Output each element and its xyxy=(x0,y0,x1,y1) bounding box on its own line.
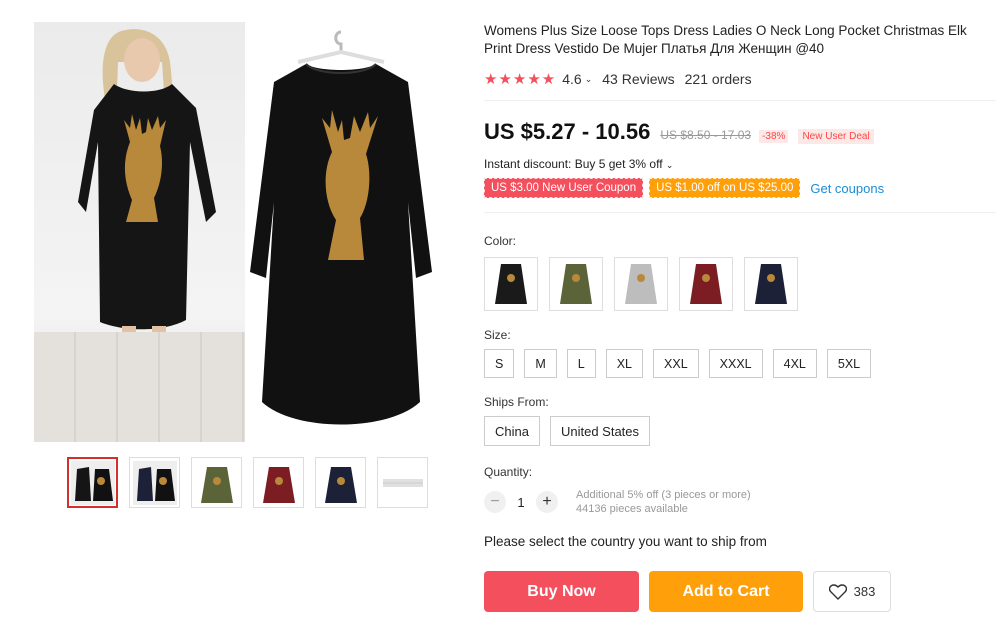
color-swatch-black[interactable] xyxy=(484,257,538,311)
decrement-button[interactable]: − xyxy=(484,491,506,513)
thumbnail-dress-icon xyxy=(324,466,357,503)
ships-from-options: China United States xyxy=(484,416,996,446)
thumbnail-dress-icon xyxy=(70,460,115,505)
star-rating-icon: ★★★★★ xyxy=(484,71,557,88)
ship-option-united-states[interactable]: United States xyxy=(549,416,651,446)
main-product-image[interactable] xyxy=(34,22,434,444)
size-option[interactable]: 5XL xyxy=(826,349,872,378)
thumbnail-strip xyxy=(67,457,428,508)
new-user-deal-badge: New User Deal xyxy=(798,129,874,144)
color-options xyxy=(484,257,996,311)
size-option[interactable]: XXL xyxy=(653,349,699,378)
increment-button[interactable]: + xyxy=(536,491,558,513)
quantity-label: Quantity: xyxy=(484,465,533,479)
size-option[interactable]: XL xyxy=(605,349,644,378)
quantity-note: Additional 5% off (3 pieces or more) 441… xyxy=(576,488,751,516)
size-options: S M L XL XXL XXXL 4XL 5XL xyxy=(484,349,996,378)
action-buttons: Buy Now Add to Cart 383 xyxy=(484,571,996,612)
wishlist-button[interactable]: 383 xyxy=(813,571,891,612)
coupon-row: US $3.00 New User Coupon US $1.00 off on… xyxy=(484,178,996,198)
get-coupons-link[interactable]: Get coupons xyxy=(810,181,884,196)
floor xyxy=(34,332,245,442)
rating-value[interactable]: 4.6 xyxy=(562,71,581,87)
thumbnail-6[interactable] xyxy=(377,457,428,508)
price-row: US $5.27 - 10.56 US $8.50 - 17.03 -38% N… xyxy=(484,119,996,145)
quantity-stepper: − 1 + Additional 5% off (3 pieces or mor… xyxy=(484,488,996,516)
chevron-down-icon: ⌄ xyxy=(665,160,674,170)
dress-color-icon xyxy=(690,264,722,304)
color-swatch-grey[interactable] xyxy=(614,257,668,311)
size-option[interactable]: L xyxy=(566,349,596,378)
new-user-coupon[interactable]: US $3.00 New User Coupon xyxy=(484,178,644,198)
dress-figure xyxy=(250,30,432,425)
dress-color-icon xyxy=(755,264,787,304)
size-option[interactable]: 4XL xyxy=(772,349,817,378)
thumbnail-1[interactable] xyxy=(67,457,118,508)
model-photo xyxy=(34,22,245,442)
select-country-message: Please select the country you want to sh… xyxy=(484,534,767,549)
wishlist-count: 383 xyxy=(853,584,876,599)
original-price: US $8.50 - 17.03 xyxy=(660,128,752,142)
product-details: Womens Plus Size Loose Tops Dress Ladies… xyxy=(484,22,996,612)
dress-color-icon xyxy=(560,264,592,304)
current-price: US $5.27 - 10.56 xyxy=(484,119,651,144)
chevron-down-icon[interactable]: ⌄ xyxy=(585,74,593,85)
orders-count: 221 orders xyxy=(684,71,752,87)
dress-flatlay-photo xyxy=(248,22,434,442)
thumbnail-dress-icon xyxy=(200,466,233,503)
color-swatch-navy[interactable] xyxy=(744,257,798,311)
instant-discount-text: Instant discount: Buy 5 get 3% off xyxy=(484,157,663,171)
dress-color-icon xyxy=(625,264,657,304)
ship-option-china[interactable]: China xyxy=(484,416,540,446)
stock-available-note: 44136 pieces available xyxy=(576,503,688,515)
heart-icon xyxy=(828,583,847,600)
thumbnail-size-chart-icon xyxy=(382,478,423,487)
color-swatch-red[interactable] xyxy=(679,257,733,311)
discount-badge: -38% xyxy=(759,130,789,143)
store-coupon[interactable]: US $1.00 off on US $25.00 xyxy=(649,178,801,198)
thumbnail-dress-icon xyxy=(262,466,295,503)
size-label: Size: xyxy=(484,328,511,342)
add-to-cart-button[interactable]: Add to Cart xyxy=(649,571,803,612)
buy-now-button[interactable]: Buy Now xyxy=(484,571,639,612)
color-swatch-green[interactable] xyxy=(549,257,603,311)
size-option[interactable]: S xyxy=(484,349,515,378)
thumbnail-3[interactable] xyxy=(191,457,242,508)
product-title: Womens Plus Size Loose Tops Dress Ladies… xyxy=(484,23,967,56)
divider xyxy=(484,212,996,213)
ships-from-label: Ships From: xyxy=(484,395,549,409)
thumbnail-5[interactable] xyxy=(315,457,366,508)
bulk-discount-note: Additional 5% off (3 pieces or more) xyxy=(576,489,751,501)
rating-row: ★★★★★ 4.6 ⌄ 43 Reviews 221 orders xyxy=(484,70,996,88)
quantity-value[interactable]: 1 xyxy=(506,495,536,510)
color-label: Color: xyxy=(484,234,517,248)
thumbnail-2[interactable] xyxy=(129,457,180,508)
dress-color-icon xyxy=(495,264,527,304)
thumbnail-dress-icon xyxy=(132,460,177,505)
size-option[interactable]: M xyxy=(524,349,557,378)
thumbnail-4[interactable] xyxy=(253,457,304,508)
reviews-count[interactable]: 43 Reviews xyxy=(602,71,674,87)
instant-discount[interactable]: Instant discount: Buy 5 get 3% off ⌄ xyxy=(484,157,996,171)
size-option[interactable]: XXXL xyxy=(708,349,763,378)
divider xyxy=(484,100,996,101)
